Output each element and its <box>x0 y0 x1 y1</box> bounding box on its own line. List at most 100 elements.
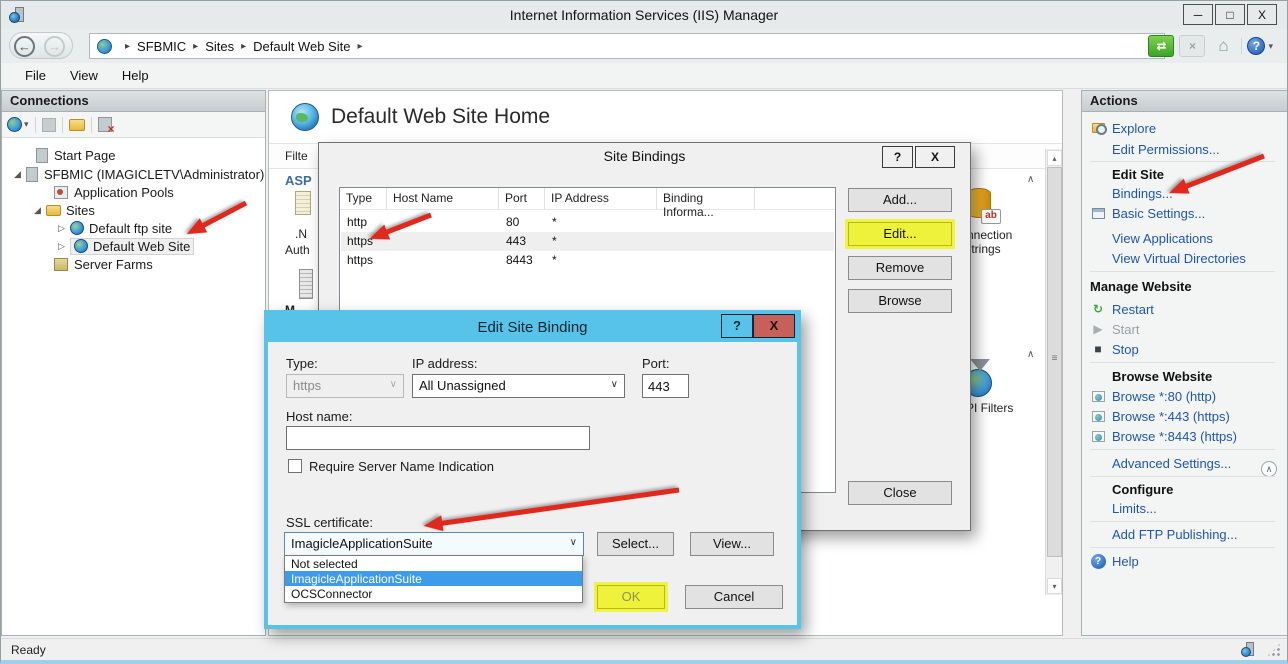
close-button[interactable]: X <box>1247 4 1277 25</box>
action-bindings[interactable]: Bindings... <box>1082 184 1287 202</box>
dialog-title: Edit Site Binding <box>268 314 797 342</box>
tree-expanded-icon[interactable]: ◢ <box>14 169 26 180</box>
menu-view[interactable]: View <box>58 68 110 83</box>
help-menu-button[interactable]: ? ▾ <box>1247 37 1273 55</box>
dialog-help-button[interactable]: ? <box>882 146 913 168</box>
ssl-option-imagicle[interactable]: ImagicleApplicationSuite <box>285 571 582 586</box>
edit-button[interactable]: Edit... <box>848 222 952 246</box>
site-globe-icon <box>70 221 84 235</box>
status-bar: Ready <box>1 638 1287 661</box>
group-collapse-icon[interactable]: ∧ <box>1027 349 1034 360</box>
action-browse-80[interactable]: Browse *:80 (http) <box>1082 387 1287 405</box>
binding-row-https-443[interactable]: https 443 * <box>341 232 834 251</box>
menu-file[interactable]: File <box>13 68 58 83</box>
save-icon[interactable] <box>42 118 56 132</box>
column-header-ip-address[interactable]: IP Address <box>545 188 657 209</box>
tree-label: Start Page <box>54 148 115 163</box>
tree-item-default-ftp-site[interactable]: ▷ Default ftp site <box>58 219 172 237</box>
tree-item-default-web-site[interactable]: ▷ Default Web Site <box>58 237 194 255</box>
home-icon[interactable]: ⌂ <box>1210 35 1236 57</box>
require-sni-checkbox[interactable] <box>288 459 302 473</box>
disconnect-server-icon[interactable] <box>98 117 112 132</box>
up-folder-icon[interactable] <box>69 119 85 131</box>
ssl-option-not-selected[interactable]: Not selected <box>285 556 582 571</box>
ok-button[interactable]: OK <box>597 585 665 609</box>
ip-address-select[interactable]: All Unassigned ∨ <box>412 374 625 398</box>
cancel-button[interactable]: Cancel <box>685 585 783 609</box>
action-view-applications[interactable]: View Applications <box>1082 229 1287 247</box>
column-header-host-name[interactable]: Host Name <box>387 188 499 209</box>
tree-selection: Default Web Site <box>70 238 194 255</box>
breadcrumb-globe-icon <box>97 39 112 54</box>
maximize-button[interactable]: □ <box>1215 4 1245 25</box>
dialog-close-button[interactable]: X <box>753 314 795 338</box>
breadcrumb[interactable]: ▸ SFBMIC ▸ Sites ▸ Default Web Site ▸ <box>89 33 1165 59</box>
help-icon: ? <box>894 150 901 164</box>
breadcrumb-item-server[interactable]: SFBMIC <box>137 39 186 54</box>
action-browse-8443[interactable]: Browse *:8443 (https) <box>1082 427 1287 445</box>
action-browse-443[interactable]: Browse *:443 (https) <box>1082 407 1287 425</box>
view-certificate-button[interactable]: View... <box>690 532 774 556</box>
binding-row-http-80[interactable]: http 80 * <box>341 213 834 232</box>
group-collapse-icon[interactable]: ∧ <box>1027 174 1034 185</box>
action-view-virtual-directories[interactable]: View Virtual Directories <box>1082 249 1287 267</box>
column-header-port[interactable]: Port <box>499 188 545 209</box>
connections-header: Connections <box>2 91 265 112</box>
action-stop[interactable]: ■ Stop <box>1082 340 1287 358</box>
add-button[interactable]: Add... <box>848 188 952 212</box>
tree-collapsed-icon[interactable]: ▷ <box>58 223 70 234</box>
chevron-down-icon: ∨ <box>390 379 397 390</box>
tree-collapsed-icon[interactable]: ▷ <box>58 241 70 252</box>
chevron-down-icon: ▾ <box>1268 41 1273 52</box>
ssl-certificate-select[interactable]: ImagicleApplicationSuite ∨ <box>284 532 584 556</box>
close-dialog-button[interactable]: Close <box>848 481 952 505</box>
binding-row-https-8443[interactable]: https 8443 * <box>341 251 834 270</box>
select-certificate-button[interactable]: Select... <box>597 532 674 556</box>
dialog-close-button[interactable]: X <box>915 146 955 168</box>
tree-item-server[interactable]: ◢ SFBMIC (IMAGICLETV\Administrator) <box>14 165 264 183</box>
action-help[interactable]: ? Help <box>1082 552 1287 570</box>
resize-grip[interactable] <box>1267 643 1281 657</box>
column-header-type[interactable]: Type <box>340 188 387 209</box>
application-pools-icon <box>54 186 68 199</box>
chevron-down-icon: ∨ <box>611 379 618 390</box>
action-restart[interactable]: ↻ Restart <box>1082 300 1287 318</box>
feature-label-fragment: Auth <box>285 243 310 257</box>
ssl-option-ocsconnector[interactable]: OCSConnector <box>285 586 582 601</box>
connections-toolbar: ▾ <box>2 112 265 138</box>
remove-button[interactable]: Remove <box>848 256 952 280</box>
actions-group-manage-website: Manage Website ∧ <box>1082 277 1287 295</box>
tree-item-start-page[interactable]: Start Page <box>36 146 115 164</box>
tree-item-server-farms[interactable]: Server Farms <box>54 255 153 273</box>
content-scrollbar[interactable]: ▴ ≡ ▾ <box>1045 149 1062 595</box>
minimize-button[interactable]: ─ <box>1183 4 1213 25</box>
create-connection-button[interactable]: ▾ <box>7 117 29 132</box>
action-basic-settings[interactable]: Basic Settings... <box>1082 204 1287 222</box>
tree-item-sites[interactable]: ◢ Sites <box>34 201 95 219</box>
tree-item-application-pools[interactable]: Application Pools <box>54 183 174 201</box>
column-header-binding-information[interactable]: Binding Informa... <box>657 188 755 209</box>
port-input[interactable] <box>642 374 689 398</box>
scroll-up-icon[interactable]: ▴ <box>1047 150 1062 166</box>
refresh-page-icon[interactable]: ⇄ <box>1148 35 1174 57</box>
breadcrumb-item-default-web-site[interactable]: Default Web Site <box>253 39 350 54</box>
actions-group-configure: Configure <box>1082 480 1287 498</box>
breadcrumb-item-sites[interactable]: Sites <box>205 39 234 54</box>
action-edit-permissions[interactable]: Edit Permissions... <box>1082 140 1287 158</box>
tree-expanded-icon[interactable]: ◢ <box>34 205 46 216</box>
action-limits[interactable]: Limits... <box>1082 499 1287 517</box>
action-add-ftp-publishing[interactable]: Add FTP Publishing... <box>1082 525 1287 543</box>
host-name-input[interactable] <box>286 426 590 450</box>
filter-label: Filte <box>285 149 308 163</box>
maximize-icon: □ <box>1226 8 1233 22</box>
browse-button[interactable]: Browse <box>848 289 952 313</box>
action-advanced-settings[interactable]: Advanced Settings... <box>1082 454 1287 472</box>
action-explore[interactable]: Explore <box>1082 119 1287 137</box>
dialog-help-button[interactable]: ? <box>721 314 753 338</box>
stop-icon[interactable]: × <box>1179 35 1205 57</box>
scrollbar-thumb[interactable]: ≡ <box>1047 167 1062 557</box>
scroll-down-icon[interactable]: ▾ <box>1047 578 1062 594</box>
forward-button[interactable]: → <box>44 36 65 57</box>
menu-help[interactable]: Help <box>110 68 161 83</box>
back-button[interactable]: ← <box>14 36 35 57</box>
